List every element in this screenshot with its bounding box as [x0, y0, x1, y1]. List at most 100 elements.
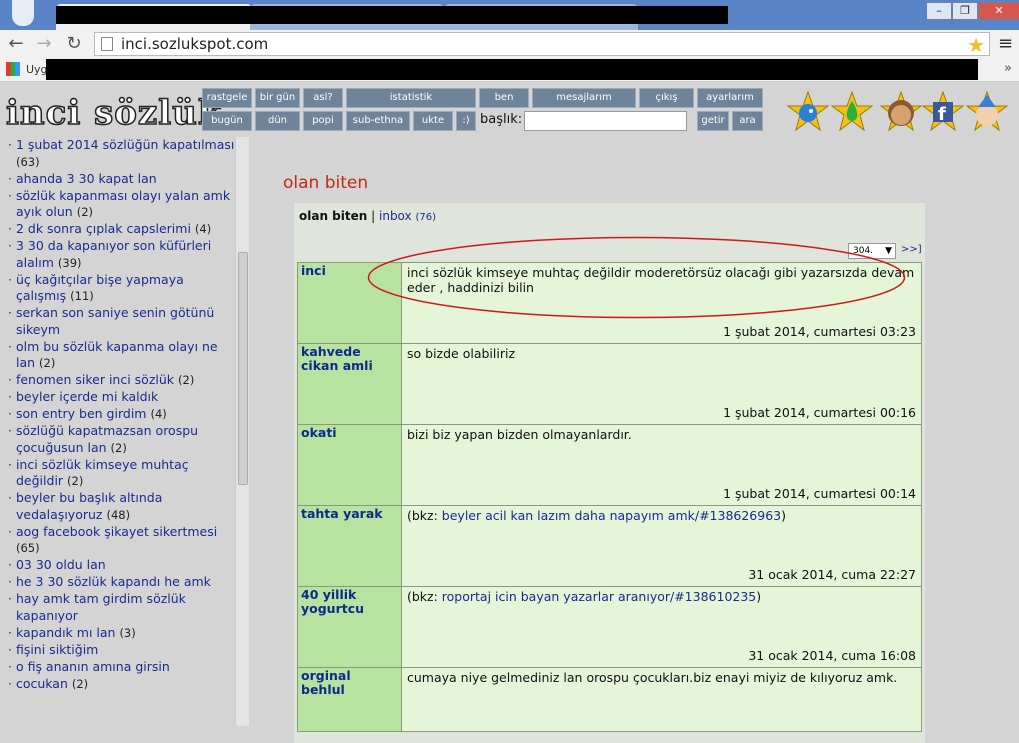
- getir-button[interactable]: getir: [697, 111, 729, 131]
- entry-author[interactable]: 40 yillik yogurtcu: [297, 586, 402, 668]
- ara-button[interactable]: ara: [732, 111, 763, 131]
- menu-mesajlarim[interactable]: mesajlarım: [532, 88, 636, 108]
- sidebar-topic-item[interactable]: inci sözlük kimseye muhtaç değildir (2): [8, 457, 235, 490]
- menu-bugun[interactable]: bugün: [202, 111, 252, 131]
- entry-date[interactable]: 1 şubat 2014, cumartesi 00:14: [723, 486, 916, 501]
- sidebar-topic-title[interactable]: he 3 30 sözlük kapandı he amk: [16, 574, 211, 589]
- sidebar-topic-item[interactable]: 2 dk sonra çıplak capslerimi (4): [8, 221, 235, 238]
- sidebar-topic-item[interactable]: 03 30 oldu lan: [8, 557, 235, 574]
- menu-sub-ethna[interactable]: sub-ethna: [346, 111, 410, 131]
- green-drop-icon[interactable]: [831, 91, 873, 133]
- bkz-link[interactable]: beyler acil kan lazım daha napayım amk/#…: [442, 508, 781, 523]
- sidebar-topic-item[interactable]: he 3 30 sözlük kapandı he amk: [8, 574, 235, 591]
- restore-icon[interactable]: ❐: [952, 2, 978, 20]
- pager-last-link[interactable]: >>]: [901, 244, 922, 255]
- entry-author[interactable]: kahvede cikan amli: [297, 343, 402, 425]
- sidebar-topic-item[interactable]: o fiş ananın amına girsin: [8, 659, 235, 676]
- sidebar-scrollbar[interactable]: [235, 137, 249, 726]
- reload-icon[interactable]: ↻: [62, 33, 86, 55]
- site-logo[interactable]: inci sözlük: [5, 94, 222, 132]
- menu-rastgele[interactable]: rastgele: [202, 88, 252, 108]
- url-text[interactable]: inci.sozlukspot.com: [121, 35, 268, 53]
- menu-ayarlarim[interactable]: ayarlarım: [697, 88, 763, 108]
- facebook-icon[interactable]: f: [922, 91, 964, 133]
- sidebar-topic-item[interactable]: 3 30 da kapanıyor son küfürleri alalım (…: [8, 238, 235, 271]
- entry-date[interactable]: 31 ocak 2014, cuma 16:08: [748, 648, 916, 663]
- sidebar-topic-item[interactable]: üç kağıtçılar bişe yapmaya çalışmış (11): [8, 272, 235, 305]
- sidebar-topic-title[interactable]: sözlüğü kapatmazsan orospu çocuğusun lan: [16, 423, 198, 455]
- entry-author[interactable]: orginal behlul: [297, 667, 402, 732]
- menu-cikis[interactable]: çıkış: [639, 88, 694, 108]
- apps-icon[interactable]: [6, 62, 20, 76]
- menu-ben[interactable]: ben: [479, 88, 529, 108]
- sidebar-topic-item[interactable]: beyler içerde mi kaldık: [8, 389, 235, 406]
- entry-date[interactable]: 1 şubat 2014, cumartesi 00:16: [723, 405, 916, 420]
- search-input[interactable]: [524, 111, 687, 131]
- sidebar-topic-title[interactable]: fenomen siker inci sözlük: [16, 372, 174, 387]
- site-header: inci sözlük rastgele bir gün asl? istati…: [0, 83, 1019, 137]
- menu-ukte[interactable]: ukte: [413, 111, 453, 131]
- face-avatar-icon[interactable]: [880, 91, 922, 133]
- sidebar-topic-item[interactable]: cocukan (2): [8, 676, 235, 693]
- sidebar-topic-item[interactable]: serkan son saniye senin götünü sikeym: [8, 305, 235, 338]
- sidebar-topic-title[interactable]: inci sözlük kimseye muhtaç değildir: [16, 457, 189, 489]
- profile-icon[interactable]: [12, 0, 34, 26]
- menu-dun[interactable]: dün: [255, 111, 300, 131]
- menu-smiley[interactable]: :): [456, 111, 476, 131]
- scrollbar-thumb[interactable]: [238, 252, 248, 485]
- bkz-link[interactable]: roportaj icin bayan yazarlar aranıyor/#1…: [442, 589, 756, 604]
- sidebar-topic-title[interactable]: 1 şubat 2014 sözlüğün kapatılması: [16, 137, 234, 152]
- sidebar-topic-item[interactable]: 1 şubat 2014 sözlüğün kapatılması (63): [8, 137, 235, 170]
- tab-inbox[interactable]: inbox: [379, 209, 412, 223]
- menu-popi[interactable]: popi: [303, 111, 343, 131]
- sidebar-topic-item[interactable]: beyler bu başlık altında vedalaşıyoruz (…: [8, 490, 235, 523]
- apps-label[interactable]: Uyg: [26, 63, 48, 76]
- sidebar-topic-item[interactable]: sözlük kapanması olayı yalan amk ayık ol…: [8, 188, 235, 221]
- entry-author[interactable]: inci: [297, 262, 402, 344]
- close-icon[interactable]: ✕: [978, 2, 1019, 20]
- sidebar-topic-item[interactable]: sözlüğü kapatmazsan orospu çocuğusun lan…: [8, 423, 235, 456]
- sidebar-topic-item[interactable]: fişini siktiğim: [8, 642, 235, 659]
- back-icon[interactable]: ←: [4, 33, 28, 55]
- cartoon-face-icon[interactable]: [966, 91, 1008, 133]
- entry-author[interactable]: tahta yarak: [297, 505, 402, 587]
- sidebar-topic-title[interactable]: sözlük kapanması olayı yalan amk ayık ol…: [16, 188, 230, 220]
- entry-author[interactable]: okati: [297, 424, 402, 506]
- sidebar-topic-item[interactable]: hay amk tam girdim sözlük kapanıyor: [8, 591, 235, 624]
- bird-icon[interactable]: [787, 91, 829, 133]
- sidebar-topic-item[interactable]: kapandık mı lan (3): [8, 625, 235, 642]
- menu-bir-gun[interactable]: bir gün: [255, 88, 300, 108]
- sidebar-topic-title[interactable]: serkan son saniye senin götünü sikeym: [16, 305, 214, 337]
- sidebar-topic-title[interactable]: fişini siktiğim: [16, 642, 98, 657]
- entry-date[interactable]: 31 ocak 2014, cuma 22:27: [748, 567, 916, 582]
- sidebar-topic-title[interactable]: cocukan: [16, 676, 68, 691]
- sidebar-topic-item[interactable]: ahanda 3 30 kapat lan: [8, 171, 235, 188]
- menu-asl[interactable]: asl?: [303, 88, 343, 108]
- forward-icon[interactable]: →: [32, 33, 56, 55]
- sidebar-topic-title[interactable]: 03 30 oldu lan: [16, 557, 106, 572]
- sidebar-topic-title[interactable]: beyler bu başlık altında vedalaşıyoruz: [16, 490, 162, 522]
- sidebar-topic-title[interactable]: kapandık mı lan: [16, 625, 116, 640]
- sidebar-topic-item[interactable]: son entry ben girdim (4): [8, 406, 235, 423]
- sidebar-topic-item[interactable]: fenomen siker inci sözlük (2): [8, 372, 235, 389]
- sidebar-topic-item[interactable]: aog facebook şikayet sikertmesi (65): [8, 524, 235, 557]
- menu-istatistik[interactable]: istatistik: [346, 88, 476, 108]
- page-select[interactable]: 304. ▼: [848, 243, 896, 259]
- sidebar-topic-title[interactable]: son entry ben girdim: [16, 406, 147, 421]
- sidebar-topic-title[interactable]: o fiş ananın amına girsin: [16, 659, 170, 674]
- tab-olan-biten[interactable]: olan biten: [299, 209, 367, 223]
- sidebar-topic-title[interactable]: aog facebook şikayet sikertmesi: [16, 524, 217, 539]
- bookmarks-more-icon[interactable]: »: [1004, 61, 1012, 76]
- address-bar[interactable]: inci.sozlukspot.com ★: [94, 32, 990, 57]
- sidebar-topic-title[interactable]: hay amk tam girdim sözlük kapanıyor: [16, 591, 186, 623]
- sidebar-topic-title[interactable]: 3 30 da kapanıyor son küfürleri alalım: [16, 238, 211, 270]
- entry-date[interactable]: 1 şubat 2014, cumartesi 03:23: [723, 324, 916, 339]
- menu-icon[interactable]: ≡: [998, 33, 1013, 54]
- sidebar-topic-title[interactable]: üç kağıtçılar bişe yapmaya çalışmış: [16, 272, 184, 304]
- sidebar-topic-title[interactable]: beyler içerde mi kaldık: [16, 389, 158, 404]
- sidebar-topic-title[interactable]: 2 dk sonra çıplak capslerimi: [16, 221, 191, 236]
- sidebar-topic-item[interactable]: olm bu sözlük kapanma olayı ne lan (2): [8, 339, 235, 372]
- bookmark-star-icon[interactable]: ★: [967, 33, 985, 57]
- minimize-icon[interactable]: –: [926, 2, 952, 20]
- sidebar-topic-title[interactable]: ahanda 3 30 kapat lan: [16, 171, 157, 186]
